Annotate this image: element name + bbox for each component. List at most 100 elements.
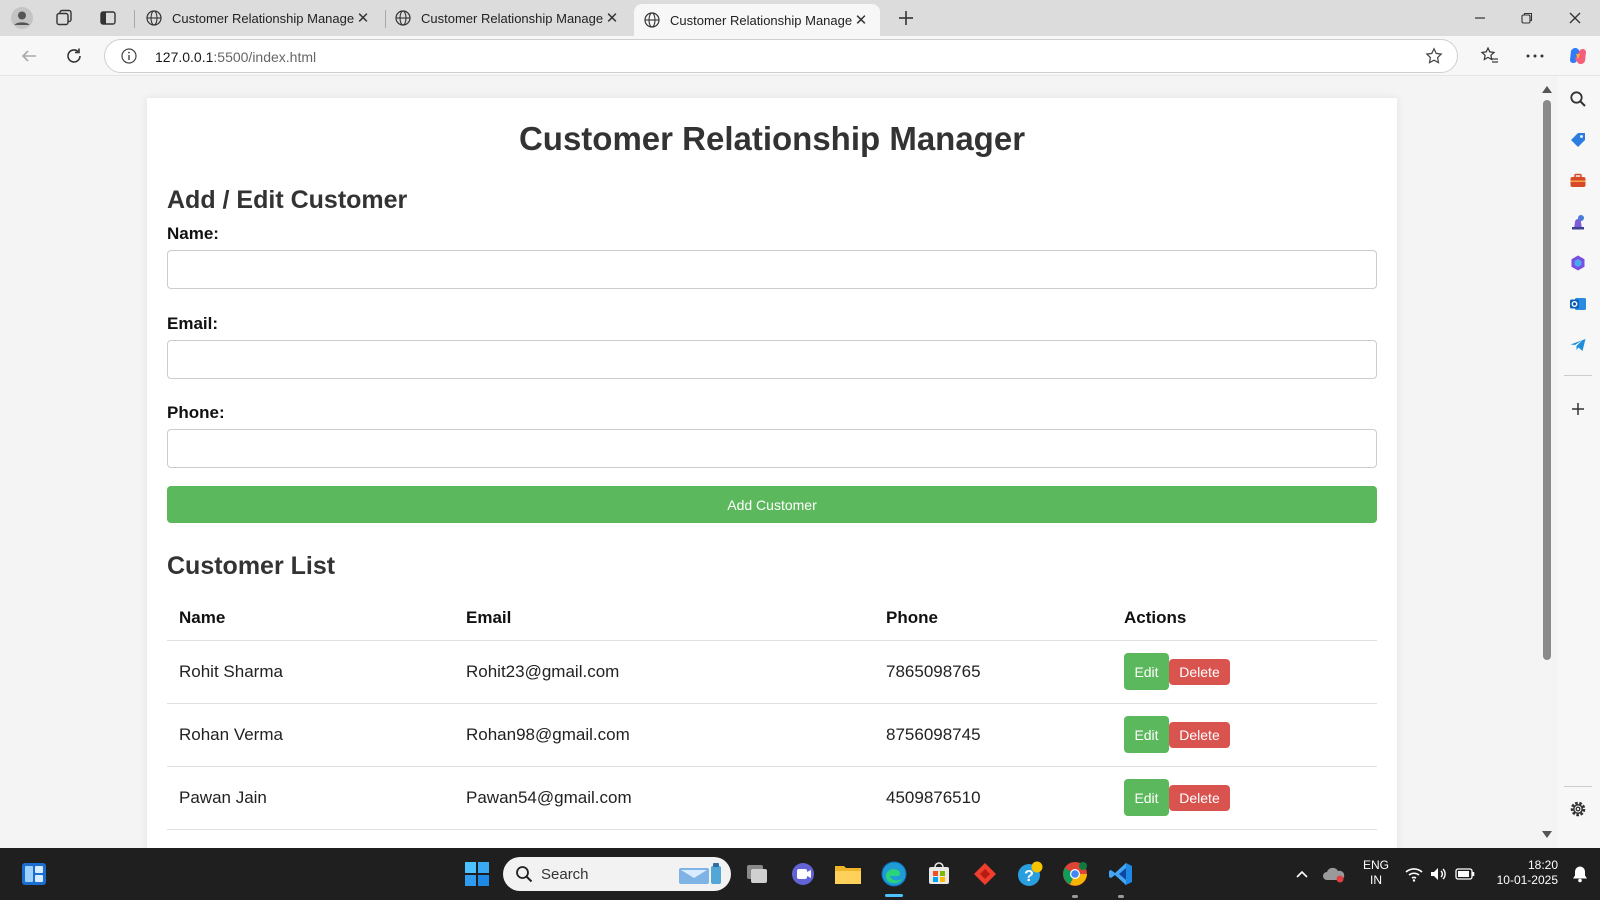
tab-title: Customer Relationship Manager [172,10,354,26]
globe-icon [644,12,660,28]
browser-tab-3-active[interactable]: Customer Relationship Manager ✕ [634,4,880,36]
task-view-icon[interactable] [743,860,771,888]
page-title: Customer Relationship Manager [518,120,1026,157]
back-icon[interactable] [17,44,41,68]
restore-icon[interactable] [1515,6,1539,30]
customer-name: Pawan Jain [167,766,454,830]
close-tab-icon[interactable]: ✕ [852,11,870,29]
telegram-icon[interactable] [1567,334,1589,356]
refresh-icon[interactable] [62,44,86,68]
email-input[interactable] [167,340,1377,379]
file-explorer-icon[interactable] [834,860,862,888]
name-input[interactable] [167,250,1377,289]
name-label: Name: [167,224,219,243]
show-hidden-icons-icon[interactable] [1288,860,1316,888]
profile-icon[interactable] [10,6,34,30]
svg-text:?: ? [1024,868,1034,885]
tab-actions-icon[interactable] [96,6,120,30]
store-icon[interactable] [925,860,953,888]
outlook-icon[interactable] [1567,293,1589,315]
shopping-icon[interactable] [1567,129,1589,151]
row-actions: Edit Delete [1112,703,1377,767]
games-icon[interactable] [1567,211,1589,233]
page-scrollbar[interactable] [1536,76,1558,848]
close-tab-icon[interactable]: ✕ [354,9,372,27]
notifications-bell-icon[interactable] [1566,860,1594,888]
clock-date: 10-01-2025 [1496,873,1558,887]
url-text: 127.0.0.1:5500/index.html [155,49,316,65]
scrollbar-thumb[interactable] [1543,100,1551,660]
form-heading: Add / Edit Customer [167,186,408,214]
delete-button[interactable]: Delete [1169,784,1230,811]
tab-title: Customer Relationship Manager [670,12,852,28]
customer-name: Rohit Sharma [167,640,454,704]
url-path: :5500/index.html [213,49,317,65]
new-tab-icon[interactable] [894,6,918,30]
minimize-icon[interactable] [1468,6,1492,30]
customer-email: Rohit23@gmail.com [454,640,874,704]
edge-icon[interactable] [880,860,908,888]
anydesk-icon[interactable] [971,860,999,888]
running-app-indicator [1118,895,1124,898]
more-icon[interactable] [1523,44,1547,68]
tools-icon[interactable] [1567,170,1589,192]
close-tab-icon[interactable]: ✕ [603,9,621,27]
row-actions: Edit Delete [1112,766,1377,830]
url-host: 127.0.0.1 [155,49,214,65]
browser-tab-1[interactable]: Customer Relationship Manager ✕ [136,2,382,34]
customer-name: Rohan Verma [167,703,454,767]
language-region: IN [1370,873,1382,887]
settings-icon[interactable] [1567,798,1589,820]
phone-input[interactable] [167,429,1377,468]
sidebar-divider [1564,375,1592,376]
workspaces-icon[interactable] [52,6,76,30]
office-icon[interactable] [1567,252,1589,274]
battery-icon[interactable] [1451,860,1479,888]
vscode-icon[interactable] [1107,860,1135,888]
globe-icon [395,10,411,26]
search-label: Search [541,866,589,883]
add-customer-button[interactable]: Add Customer [167,486,1377,523]
site-info-icon[interactable] [121,48,137,69]
delete-button[interactable]: Delete [1169,721,1230,748]
edit-button[interactable]: Edit [1124,716,1169,753]
clock-time: 18:20 [1527,858,1558,872]
browser-toolbar: 127.0.0.1:5500/index.html [0,36,1600,76]
add-icon[interactable] [1567,398,1589,420]
edge-sidebar [1558,76,1600,848]
taskbar-search-box[interactable]: Search [503,857,731,891]
help-icon[interactable]: ? [1016,860,1044,888]
edit-button[interactable]: Edit [1124,779,1169,816]
delete-button[interactable]: Delete [1169,658,1230,685]
favorites-icon[interactable] [1478,44,1502,68]
favorite-star-icon[interactable] [1425,47,1443,70]
customer-list-heading: Customer List [167,552,336,580]
onedrive-icon[interactable] [1320,860,1348,888]
search-icon [515,865,533,888]
page-viewport: Customer Relationship Manager Add / Edit… [0,76,1558,848]
close-window-icon[interactable] [1563,6,1587,30]
chrome-icon[interactable] [1061,860,1089,888]
teams-icon[interactable] [789,860,817,888]
volume-icon[interactable] [1424,860,1452,888]
search-icon[interactable] [1567,88,1589,110]
search-highlight-icon [677,862,723,886]
column-header-email: Email [454,596,874,641]
widgets-icon[interactable] [20,860,48,888]
start-icon[interactable] [463,860,491,888]
copilot-icon[interactable] [1566,44,1590,68]
customer-table: Name Email Phone Actions Rohit Sharma Ro… [167,596,1377,830]
browser-tab-2[interactable]: Customer Relationship Manager ✕ [385,2,631,34]
tab-separator [134,10,135,28]
windows-taskbar: Search ? ENG IN 18:20 10-01-2025 [0,848,1600,900]
scroll-down-arrow[interactable] [1542,831,1552,838]
globe-icon [146,10,162,26]
table-row: Pawan Jain Pawan54@gmail.com 4509876510 … [167,766,1377,830]
clock[interactable]: 18:20 10-01-2025 [1486,858,1558,888]
input-language[interactable]: ENG IN [1361,858,1391,888]
scroll-up-arrow[interactable] [1542,86,1552,93]
language-code: ENG [1362,858,1389,872]
tab-title: Customer Relationship Manager [421,10,603,26]
address-bar[interactable]: 127.0.0.1:5500/index.html [104,39,1458,73]
edit-button[interactable]: Edit [1124,653,1169,690]
